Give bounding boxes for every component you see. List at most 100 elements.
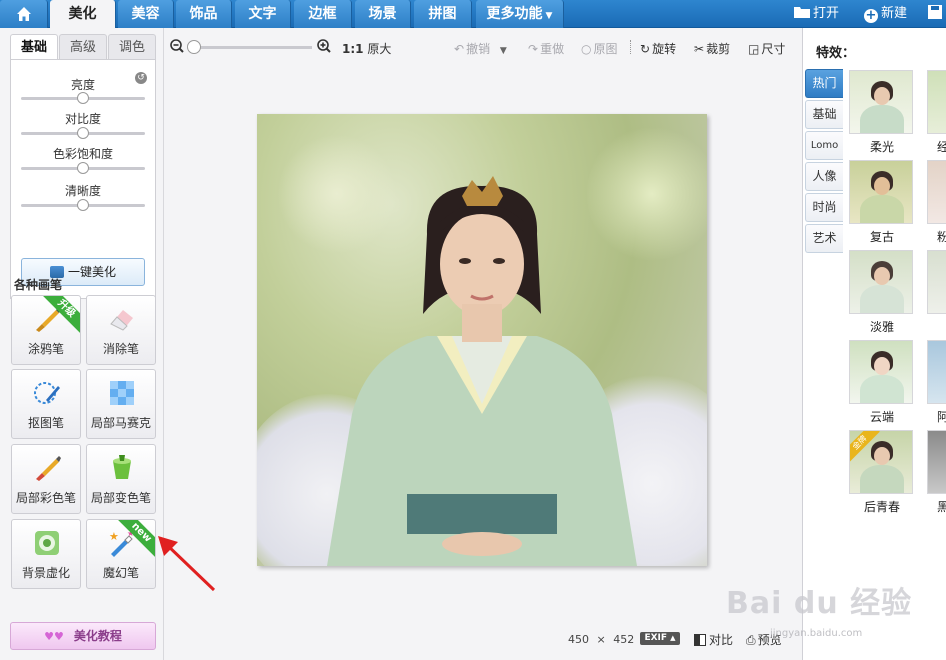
category-fashion[interactable]: 时尚 <box>805 193 843 222</box>
effect-partial[interactable]: 阿 <box>927 340 946 424</box>
original-button[interactable]: ○ 原图 <box>581 40 618 57</box>
tab-label: 饰品 <box>189 6 218 22</box>
plus-circle-icon: + <box>864 8 878 23</box>
size-button[interactable]: ◲ 尺寸 <box>748 40 785 57</box>
magic-pen-button[interactable]: ★ ★ new 魔幻笔 <box>86 519 156 589</box>
local-mosaic-button[interactable]: 局部马赛克 <box>86 369 156 439</box>
slider-thumb[interactable] <box>77 92 89 104</box>
effect-soft-light[interactable]: 柔光 <box>849 70 915 154</box>
actual-size-button[interactable]: 1:1 原大 <box>342 40 391 57</box>
effect-label: 复古 <box>869 230 894 244</box>
exif-label: EXIF <box>644 633 668 643</box>
category-portrait[interactable]: 人像 <box>805 162 843 191</box>
left-panel: 基础 高级 调色 ↺ 亮度 对比度 色彩饱和度 清晰度 一键美化 各种画笔 升级… <box>0 28 164 660</box>
preview-icon: ⎙ <box>746 633 756 647</box>
zoom-out-icon[interactable] <box>170 39 184 53</box>
effect-partial[interactable]: 经 <box>927 70 946 154</box>
category-basic[interactable]: 基础 <box>805 100 843 129</box>
effect-thumbnail <box>927 340 946 404</box>
local-color-pen-button[interactable]: 局部彩色笔 <box>11 444 81 514</box>
original-icon: ○ <box>581 42 592 56</box>
saturation-label: 色彩饱和度 <box>52 147 113 161</box>
color-change-icon <box>113 455 131 479</box>
saturation-slider[interactable] <box>21 162 145 174</box>
tab-beautify[interactable]: 美化 <box>50 0 116 28</box>
tab-label: 美化 <box>68 6 97 22</box>
zoom-in-icon[interactable] <box>317 39 331 53</box>
brightness-slider[interactable] <box>21 92 145 104</box>
exif-button[interactable]: EXIF ▲ <box>640 632 680 645</box>
compare-icon <box>694 634 706 646</box>
beautify-tutorial-button[interactable]: ♥♥ 美化教程 <box>10 622 156 650</box>
subtab-basic[interactable]: 基础 <box>10 34 58 60</box>
zoom-slider-thumb[interactable] <box>187 40 201 54</box>
effect-label: 淡雅 <box>869 320 894 334</box>
tab-label: 文字 <box>248 6 277 22</box>
effect-partial[interactable]: 黑 <box>927 430 946 514</box>
background-blur-button[interactable]: 背景虚化 <box>11 519 81 589</box>
slider-thumb[interactable] <box>77 162 89 174</box>
photo-canvas[interactable] <box>257 114 707 566</box>
effect-label: 阿 <box>937 410 946 424</box>
contrast-slider[interactable] <box>21 127 145 139</box>
crop-button[interactable]: ✂ 裁剪 <box>694 40 730 57</box>
tab-label: 更多功能 <box>486 6 543 22</box>
new-button[interactable]: + 新建 <box>864 0 907 28</box>
top-menu-bar: 美化 美容 饰品 文字 边框 场景 拼图 更多功能 ▼ 打开 + 新建 <box>0 0 946 28</box>
undo-button[interactable]: ↶ 撤销 ▼ <box>454 40 507 57</box>
home-tab[interactable] <box>0 0 48 28</box>
tab-frame[interactable]: 边框 <box>294 0 352 28</box>
subtab-advanced[interactable]: 高级 <box>59 34 107 60</box>
effect-vintage[interactable]: 复古 <box>849 160 915 244</box>
undo-dropdown-icon[interactable]: ▼ <box>500 46 507 56</box>
local-recolor-pen-button[interactable]: 局部变色笔 <box>86 444 156 514</box>
graffiti-pen-button[interactable]: 升级 涂鸦笔 <box>11 295 81 365</box>
effect-label: 后青春 <box>863 500 900 514</box>
effect-elegant[interactable]: 淡雅 <box>849 250 915 334</box>
category-art[interactable]: 艺术 <box>805 224 843 253</box>
brush-label: 局部变色笔 <box>90 491 151 505</box>
brush-label: 抠图笔 <box>27 416 64 430</box>
tab-text[interactable]: 文字 <box>235 0 291 28</box>
brightness-label: 亮度 <box>70 78 95 92</box>
category-lomo[interactable]: Lomo <box>805 131 843 160</box>
tab-accessories[interactable]: 饰品 <box>176 0 232 28</box>
slider-thumb[interactable] <box>77 127 89 139</box>
baidu-watermark: Bai du 经验 <box>726 586 913 621</box>
effect-thumbnail: 金牌 <box>849 430 913 494</box>
ratio-label: 原大 <box>367 42 392 56</box>
effect-cloud[interactable]: 云端 <box>849 340 915 424</box>
svg-text:★: ★ <box>109 530 119 543</box>
tab-scene[interactable]: 场景 <box>355 0 411 28</box>
tab-collage[interactable]: 拼图 <box>414 0 472 28</box>
blur-icon <box>35 531 59 555</box>
slider-thumb[interactable] <box>77 199 89 211</box>
subtab-color[interactable]: 调色 <box>108 34 156 60</box>
contrast-label: 对比度 <box>64 112 101 126</box>
toolbar-divider <box>630 40 631 54</box>
basic-adjust-panel: ↺ 亮度 对比度 色彩饱和度 清晰度 一键美化 <box>10 59 156 299</box>
tab-beauty[interactable]: 美容 <box>118 0 174 28</box>
rotate-icon: ↻ <box>640 42 651 56</box>
category-hot[interactable]: 热门 <box>805 69 843 98</box>
portrait-image <box>327 176 637 566</box>
original-label: 原图 <box>593 42 618 56</box>
tab-label: 边框 <box>308 6 337 22</box>
effect-partial[interactable] <box>927 250 946 334</box>
zoom-slider[interactable] <box>194 46 312 49</box>
tab-more-functions[interactable]: 更多功能 ▼ <box>476 0 564 28</box>
save-button[interactable] <box>928 0 942 28</box>
eraser-pen-button[interactable]: 消除笔 <box>86 295 156 365</box>
times-sign: × <box>596 633 606 646</box>
sharpness-slider[interactable] <box>21 199 145 211</box>
size-label: 尺寸 <box>761 42 786 56</box>
effect-partial[interactable]: 粉 <box>927 160 946 244</box>
cutout-pen-button[interactable]: 抠图笔 <box>11 369 81 439</box>
redo-button[interactable]: ↷ 重做 <box>528 40 564 57</box>
effect-youth[interactable]: 金牌 后青春 <box>849 430 915 514</box>
tab-label: 拼图 <box>428 6 457 22</box>
open-button[interactable]: 打开 <box>794 0 839 28</box>
compare-button[interactable]: 对比 <box>694 631 733 648</box>
rotate-button[interactable]: ↻ 旋转 <box>640 40 676 57</box>
effects-title: 特效： <box>816 46 856 61</box>
